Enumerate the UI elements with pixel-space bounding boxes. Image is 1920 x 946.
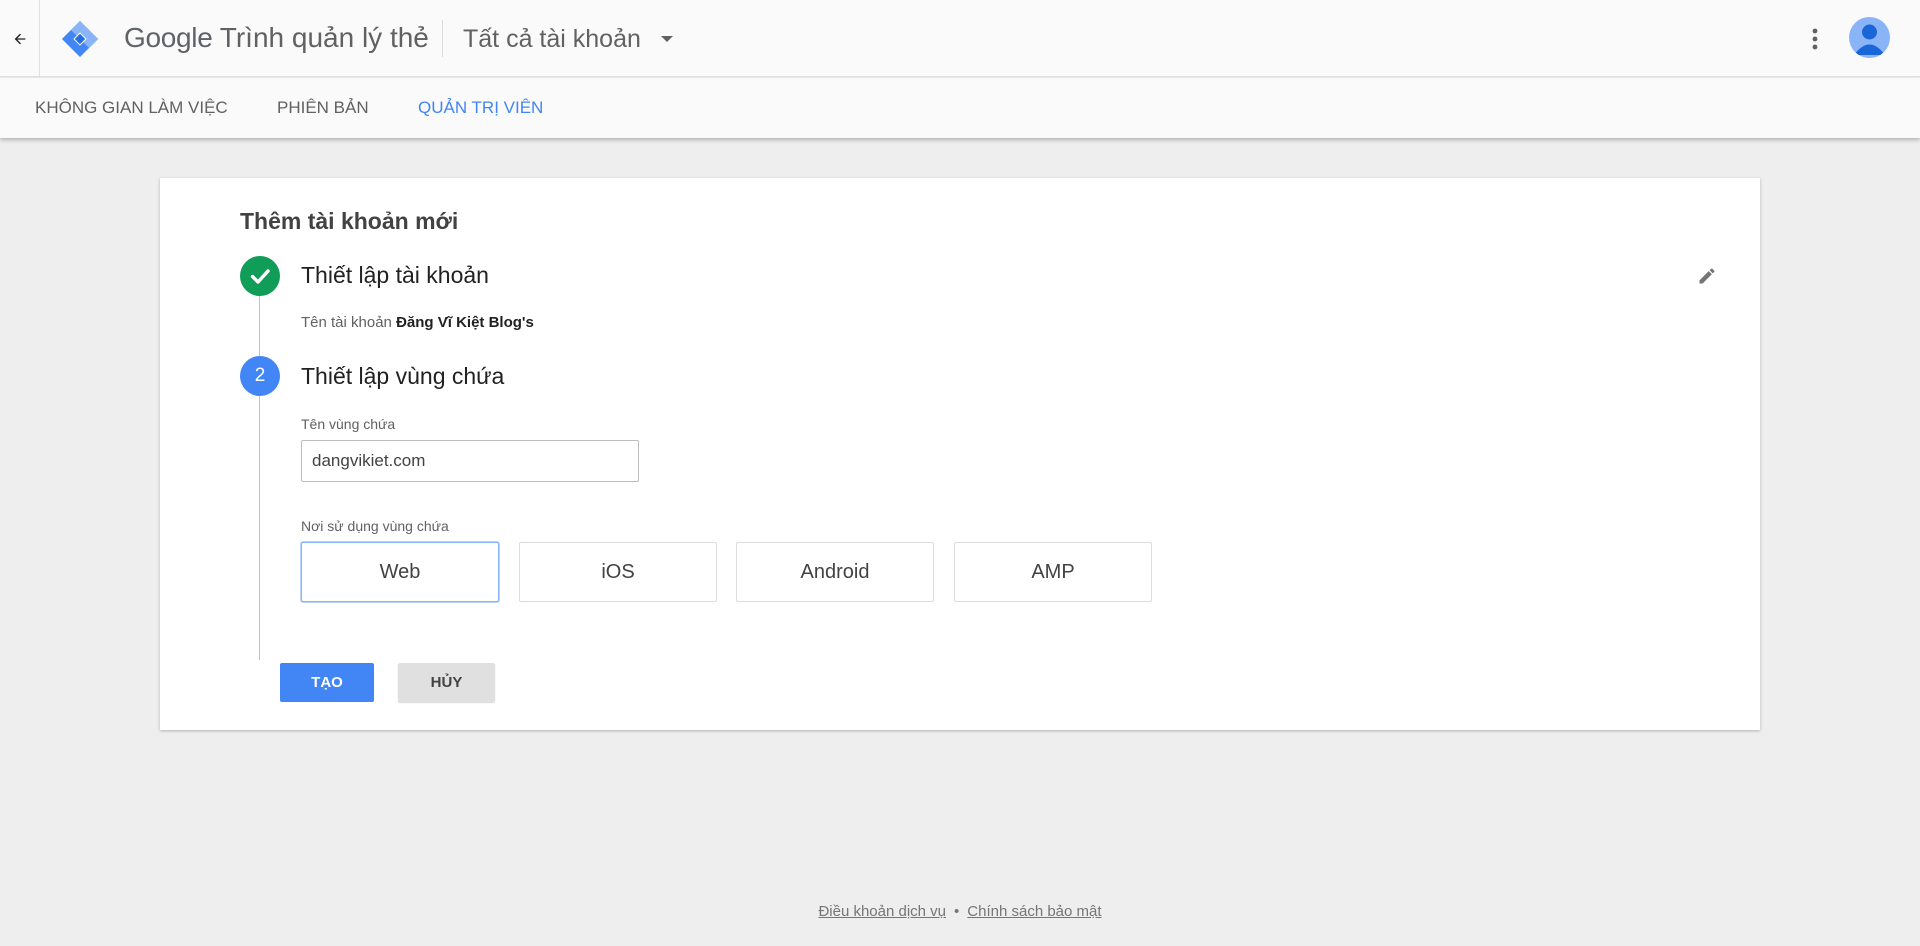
check-icon bbox=[250, 269, 270, 284]
create-button[interactable]: TẠO bbox=[280, 663, 374, 702]
tab-admin[interactable]: QUẢN TRỊ VIÊN bbox=[418, 78, 543, 138]
product-name: Trình quản lý thẻ bbox=[219, 22, 429, 53]
app-title: Google Trình quản lý thẻ bbox=[124, 22, 429, 54]
app-header: Google Trình quản lý thẻ Tất cả tài khoả… bbox=[0, 0, 1920, 77]
platform-option-amp[interactable]: AMP bbox=[954, 542, 1152, 602]
target-platform-label: Nơi sử dụng vùng chứa bbox=[301, 518, 449, 534]
header-divider bbox=[39, 0, 40, 77]
dropdown-arrow-icon bbox=[660, 36, 673, 42]
more-options-button[interactable] bbox=[1800, 22, 1830, 56]
container-name-input[interactable] bbox=[301, 440, 639, 482]
back-button[interactable] bbox=[0, 0, 40, 77]
tab-versions[interactable]: PHIÊN BẢN bbox=[277, 78, 369, 138]
step-complete-indicator bbox=[240, 256, 280, 296]
terms-of-service-link[interactable]: Điều khoản dịch vụ bbox=[818, 903, 946, 920]
step-number-badge: 2 bbox=[240, 356, 280, 396]
account-summary: Tên tài khoản Đăng Vĩ Kiệt Blog's bbox=[301, 314, 534, 331]
account-name-value: Đăng Vĩ Kiệt Blog's bbox=[396, 314, 534, 331]
edit-pencil-icon bbox=[1699, 268, 1715, 284]
tab-bar: KHÔNG GIAN LÀM VIỆC PHIÊN BẢN QUẢN TRỊ V… bbox=[0, 78, 1920, 138]
container-name-label: Tên vùng chứa bbox=[301, 416, 396, 432]
tab-workspace[interactable]: KHÔNG GIAN LÀM VIỆC bbox=[35, 78, 228, 138]
platform-option-web[interactable]: Web bbox=[301, 542, 499, 602]
footer: Điều khoản dịch vụ • Chính sách bảo mật bbox=[0, 903, 1920, 920]
arrow-back-icon bbox=[14, 33, 26, 44]
card-title: Thêm tài khoản mới bbox=[240, 208, 459, 234]
title-divider bbox=[442, 20, 443, 57]
stepper-line bbox=[259, 396, 260, 660]
step1-title: Thiết lập tài khoản bbox=[301, 262, 489, 288]
account-avatar[interactable] bbox=[1849, 17, 1890, 58]
tag-manager-logo-icon bbox=[61, 20, 99, 58]
platform-option-android[interactable]: Android bbox=[736, 542, 934, 602]
person-icon bbox=[1854, 24, 1885, 55]
platform-option-ios[interactable]: iOS bbox=[519, 542, 717, 602]
step2-title: Thiết lập vùng chứa bbox=[301, 363, 505, 389]
footer-separator: • bbox=[954, 903, 960, 920]
new-account-card: Thêm tài khoản mới Thiết lập tài khoản T… bbox=[160, 178, 1760, 730]
google-wordmark: Google bbox=[124, 22, 213, 53]
account-name-label: Tên tài khoản bbox=[301, 314, 392, 331]
edit-account-button[interactable] bbox=[1695, 264, 1719, 288]
privacy-policy-link[interactable]: Chính sách bảo mật bbox=[967, 903, 1101, 920]
account-picker[interactable]: Tất cả tài khoản bbox=[463, 22, 673, 56]
cancel-button[interactable]: HỦY bbox=[398, 663, 495, 702]
account-picker-label: Tất cả tài khoản bbox=[463, 24, 641, 53]
more-vert-icon bbox=[1812, 28, 1818, 50]
